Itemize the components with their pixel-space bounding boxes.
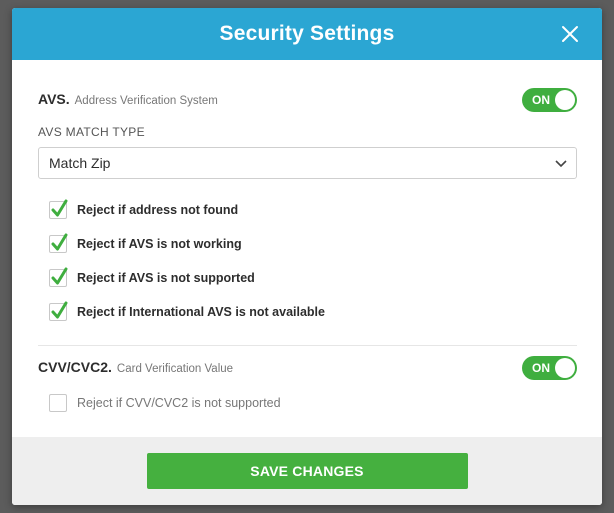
- checkmark-icon: [51, 233, 68, 251]
- checkbox[interactable]: [49, 267, 68, 287]
- avs-match-type-label: AVS MATCH TYPE: [38, 125, 145, 139]
- avs-subtitle: Address Verification System: [74, 95, 218, 107]
- cvv-toggle-label: ON: [532, 361, 550, 375]
- checkbox[interactable]: [49, 233, 68, 253]
- cvv-options: Reject if CVV/CVC2 is not supported: [38, 386, 577, 420]
- avs-option-international-not-available[interactable]: Reject if International AVS is not avail…: [49, 295, 577, 329]
- save-changes-button[interactable]: SAVE CHANGES: [146, 453, 468, 489]
- avs-match-type-value: Match Zip: [49, 155, 111, 171]
- checkbox[interactable]: [49, 199, 68, 219]
- avs-toggle-label: ON: [532, 93, 550, 107]
- avs-option-address-not-found[interactable]: Reject if address not found: [49, 193, 577, 227]
- avs-section-header: AVS. Address Verification System ON: [38, 88, 577, 112]
- avs-option-not-supported[interactable]: Reject if AVS is not supported: [49, 261, 577, 295]
- close-icon[interactable]: [558, 22, 582, 46]
- cvv-heading: CVV/CVC2. Card Verification Value: [38, 359, 233, 377]
- modal-header: Security Settings: [12, 8, 602, 60]
- cvv-section-header: CVV/CVC2. Card Verification Value ON: [38, 356, 577, 380]
- checkbox[interactable]: [49, 394, 67, 412]
- option-label: Reject if address not found: [77, 203, 239, 217]
- modal-footer: SAVE CHANGES: [12, 437, 602, 505]
- modal-body: AVS. Address Verification System ON AVS M…: [12, 88, 602, 465]
- modal-title: Security Settings: [219, 22, 395, 45]
- option-label: Reject if AVS is not supported: [77, 271, 255, 285]
- avs-option-not-working[interactable]: Reject if AVS is not working: [49, 227, 577, 261]
- checkmark-icon: [51, 199, 68, 217]
- avs-match-type-select[interactable]: Match Zip: [38, 147, 577, 179]
- cvv-toggle-knob: [555, 358, 575, 378]
- avs-heading: AVS. Address Verification System: [38, 91, 218, 109]
- security-settings-modal: Security Settings AVS. Address Verificati…: [12, 8, 602, 505]
- avs-toggle-knob: [555, 90, 575, 110]
- cvv-subtitle: Card Verification Value: [116, 363, 234, 375]
- checkmark-icon: [51, 267, 68, 285]
- option-label: Reject if AVS is not working: [77, 237, 242, 251]
- avs-toggle[interactable]: ON: [522, 88, 577, 112]
- cvv-toggle[interactable]: ON: [522, 356, 577, 380]
- cvv-option-not-supported[interactable]: Reject if CVV/CVC2 is not supported: [49, 386, 577, 420]
- avs-options: Reject if address not found Reject if AV…: [38, 193, 577, 329]
- avs-title: AVS.: [38, 91, 70, 107]
- chevron-down-icon: [555, 155, 567, 171]
- checkbox[interactable]: [49, 301, 68, 321]
- option-label: Reject if CVV/CVC2 is not supported: [77, 396, 281, 410]
- cvv-title: CVV/CVC2.: [38, 359, 112, 375]
- checkmark-icon: [51, 301, 68, 319]
- section-divider: [38, 345, 577, 346]
- option-label: Reject if International AVS is not avail…: [77, 305, 325, 319]
